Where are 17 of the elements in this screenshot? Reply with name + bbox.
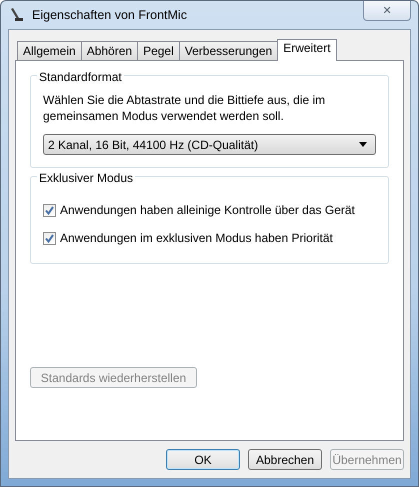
tab[interactable]: Abhören	[80, 41, 138, 60]
checkbox-label: Anwendungen im exklusiven Modus haben Priorität	[60, 230, 333, 247]
dropdown-arrow-icon	[359, 142, 367, 147]
dialog-button[interactable]: OK	[166, 449, 240, 470]
microphone-icon	[8, 6, 26, 24]
close-button[interactable]: ✕	[363, 1, 411, 21]
dialog-button[interactable]: Abbrechen	[248, 449, 322, 470]
window-title: Eigenschaften von FrontMic	[32, 6, 187, 24]
tab[interactable]: Allgemein	[17, 41, 82, 60]
checkbox-label: Anwendungen haben alleinige Kontrolle über das Gerät	[60, 202, 355, 219]
description-text: Wählen Sie die Abtastrate und die Bittiefe aus, die im gemeinsamen Modus verwendet werden soll.	[43, 92, 326, 124]
tab[interactable]: Pegel	[137, 41, 180, 60]
checkbox[interactable]	[43, 232, 56, 244]
tab[interactable]: Erweitert	[277, 39, 337, 61]
tab[interactable]: Verbesserungen	[178, 41, 278, 60]
checkbox[interactable]	[43, 204, 56, 216]
format-dropdown[interactable]: 2 Kanal, 16 Bit, 44100 Hz (CD-Qualität)	[43, 134, 376, 155]
